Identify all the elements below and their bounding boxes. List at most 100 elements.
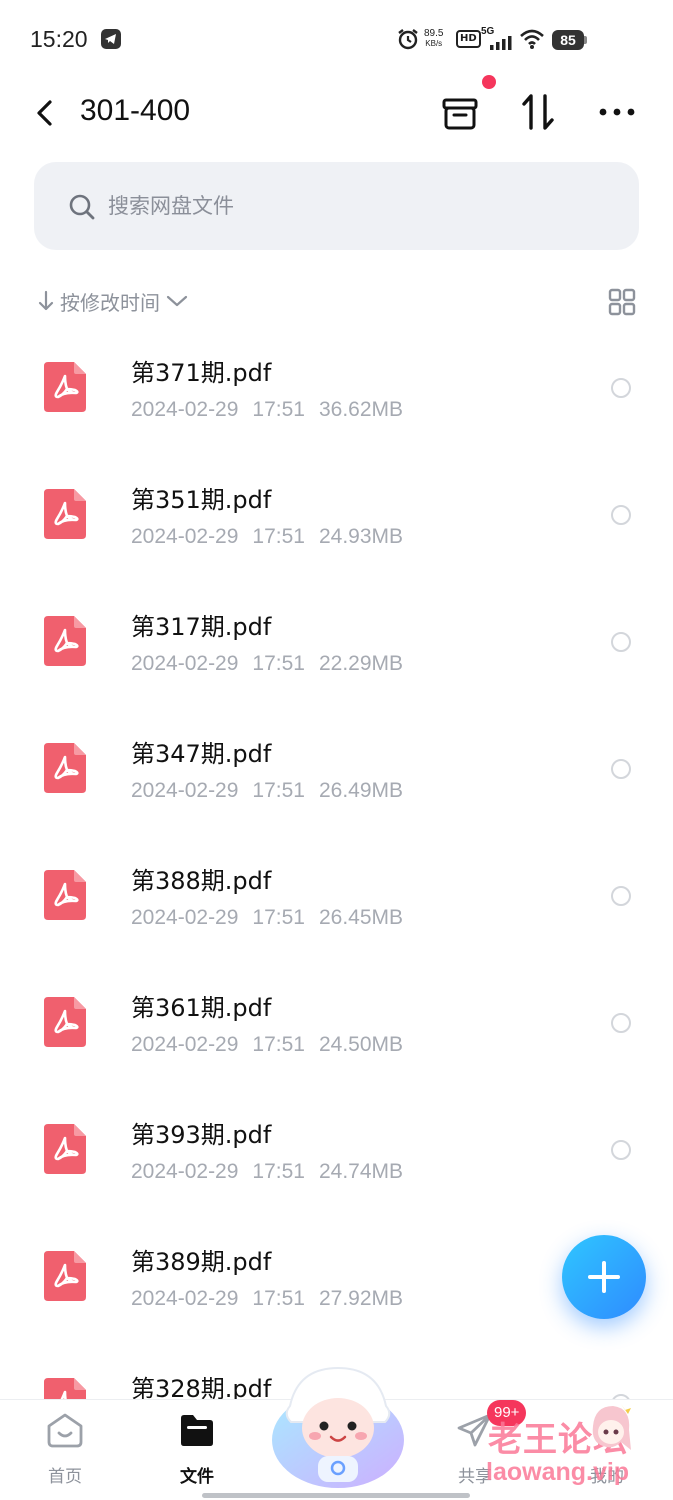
select-checkbox[interactable] — [611, 632, 631, 652]
file-item[interactable]: 第347期.pdf 2024-02-29 17:51 26.49MB — [0, 711, 673, 838]
file-name: 第388期.pdf — [131, 867, 272, 895]
file-meta: 2024-02-29 17:51 27.92MB — [131, 1287, 417, 1311]
telegram-icon — [101, 29, 121, 49]
file-size: 24.93MB — [318, 525, 404, 548]
header: 301-400 — [0, 75, 673, 146]
file-meta: 2024-02-29 17:51 24.93MB — [131, 525, 417, 549]
status-bar: 15:20 89.5 KB/s HD 5G 85 — [0, 0, 673, 80]
signal-5g: 5G — [481, 26, 515, 52]
file-date: 2024-02-29 — [131, 779, 239, 802]
net-speed: 89.5 KB/s — [424, 29, 443, 49]
select-checkbox[interactable] — [611, 759, 631, 779]
file-name: 第393期.pdf — [131, 1121, 272, 1149]
file-time: 17:51 — [252, 1033, 305, 1056]
battery-tip — [584, 36, 587, 44]
search-bar[interactable] — [34, 162, 639, 250]
grid-view-icon[interactable] — [608, 288, 636, 316]
file-time: 17:51 — [252, 779, 305, 802]
file-item[interactable]: 第361期.pdf 2024-02-29 17:51 24.50MB — [0, 965, 673, 1092]
select-checkbox[interactable] — [611, 886, 631, 906]
net-speed-value: 89.5 — [424, 28, 444, 39]
chevron-down-icon — [166, 295, 188, 307]
file-item[interactable]: 第351期.pdf 2024-02-29 17:51 24.93MB — [0, 457, 673, 584]
archive-button[interactable] — [441, 75, 501, 146]
file-item[interactable]: 第371期.pdf 2024-02-29 17:51 36.62MB — [0, 330, 673, 457]
select-checkbox[interactable] — [611, 1140, 631, 1160]
pdf-file-icon — [44, 1124, 86, 1174]
file-size: 26.49MB — [318, 779, 404, 802]
file-time: 17:51 — [252, 906, 305, 929]
file-meta: 2024-02-29 17:51 24.74MB — [131, 1160, 417, 1184]
select-checkbox[interactable] — [611, 1013, 631, 1033]
wifi-icon — [520, 29, 544, 49]
pdf-file-icon — [44, 616, 86, 666]
select-checkbox[interactable] — [611, 378, 631, 398]
sort-label: 按修改时间 — [60, 290, 160, 315]
file-size: 24.50MB — [318, 1033, 404, 1056]
pdf-file-icon — [44, 1251, 86, 1301]
add-button[interactable] — [562, 1235, 646, 1319]
file-date: 2024-02-29 — [131, 1160, 239, 1183]
file-name: 第389期.pdf — [131, 1248, 272, 1276]
file-meta: 2024-02-29 17:51 22.29MB — [131, 652, 417, 676]
file-date: 2024-02-29 — [131, 1287, 239, 1310]
more-icon[interactable] — [598, 100, 636, 124]
arrow-down-icon — [38, 290, 54, 311]
file-date: 2024-02-29 — [131, 398, 239, 421]
file-name: 第347期.pdf — [131, 740, 272, 768]
search-input[interactable] — [108, 162, 588, 250]
select-checkbox[interactable] — [611, 505, 631, 525]
sort-selector[interactable]: 按修改时间 — [38, 284, 188, 318]
alarm-icon — [398, 29, 418, 50]
archive-icon — [442, 98, 478, 130]
battery-indicator: 85 — [552, 30, 584, 50]
file-item[interactable]: 第317期.pdf 2024-02-29 17:51 22.29MB — [0, 584, 673, 711]
file-size: 36.62MB — [318, 398, 404, 421]
file-size: 24.74MB — [318, 1160, 404, 1183]
file-name: 第328期.pdf — [131, 1375, 272, 1400]
file-time: 17:51 — [252, 652, 305, 675]
home-icon — [47, 1413, 83, 1448]
nav-home-label: 首页 — [48, 1467, 82, 1487]
file-name: 第351期.pdf — [131, 486, 272, 514]
file-meta: 2024-02-29 17:51 24.50MB — [131, 1033, 417, 1057]
file-date: 2024-02-29 — [131, 906, 239, 929]
page-title: 301-400 — [80, 94, 191, 127]
file-size: 22.29MB — [318, 652, 404, 675]
pdf-file-icon — [44, 870, 86, 920]
status-time: 15:20 — [30, 26, 88, 52]
pdf-file-icon — [44, 362, 86, 412]
file-meta: 2024-02-29 17:51 26.45MB — [131, 906, 417, 930]
file-size: 26.45MB — [318, 906, 404, 929]
home-indicator — [202, 1493, 470, 1498]
search-icon — [69, 194, 95, 220]
net-speed-unit: KB/s — [425, 39, 443, 48]
file-time: 17:51 — [252, 1160, 305, 1183]
file-list: 第371期.pdf 2024-02-29 17:51 36.62MB 第351期.p… — [0, 330, 673, 1400]
notification-dot — [482, 75, 496, 89]
file-date: 2024-02-29 — [131, 1033, 239, 1056]
pdf-file-icon — [44, 1378, 86, 1400]
file-name: 第317期.pdf — [131, 613, 272, 641]
file-date: 2024-02-29 — [131, 652, 239, 675]
file-item[interactable]: 第388期.pdf 2024-02-29 17:51 26.45MB — [0, 838, 673, 965]
signal-bars-icon — [490, 36, 512, 50]
back-icon[interactable] — [32, 98, 58, 128]
pdf-file-icon — [44, 489, 86, 539]
pdf-file-icon — [44, 743, 86, 793]
folder-icon — [181, 1415, 213, 1446]
file-time: 17:51 — [252, 1287, 305, 1310]
watermark-mascot-icon — [592, 1404, 631, 1450]
nav-files-label: 文件 — [180, 1467, 214, 1487]
nav-files[interactable]: 文件 — [142, 1400, 252, 1500]
file-date: 2024-02-29 — [131, 525, 239, 548]
file-size: 27.92MB — [318, 1287, 404, 1310]
sort-icon[interactable] — [520, 92, 556, 132]
file-item[interactable]: 第393期.pdf 2024-02-29 17:51 24.74MB — [0, 1092, 673, 1219]
file-meta: 2024-02-29 17:51 26.49MB — [131, 779, 417, 803]
nav-home[interactable]: 首页 — [10, 1400, 120, 1500]
file-name: 第361期.pdf — [131, 994, 272, 1022]
mascot-avatar[interactable] — [268, 1362, 408, 1492]
plus-icon — [588, 1261, 620, 1293]
file-time: 17:51 — [252, 525, 305, 548]
